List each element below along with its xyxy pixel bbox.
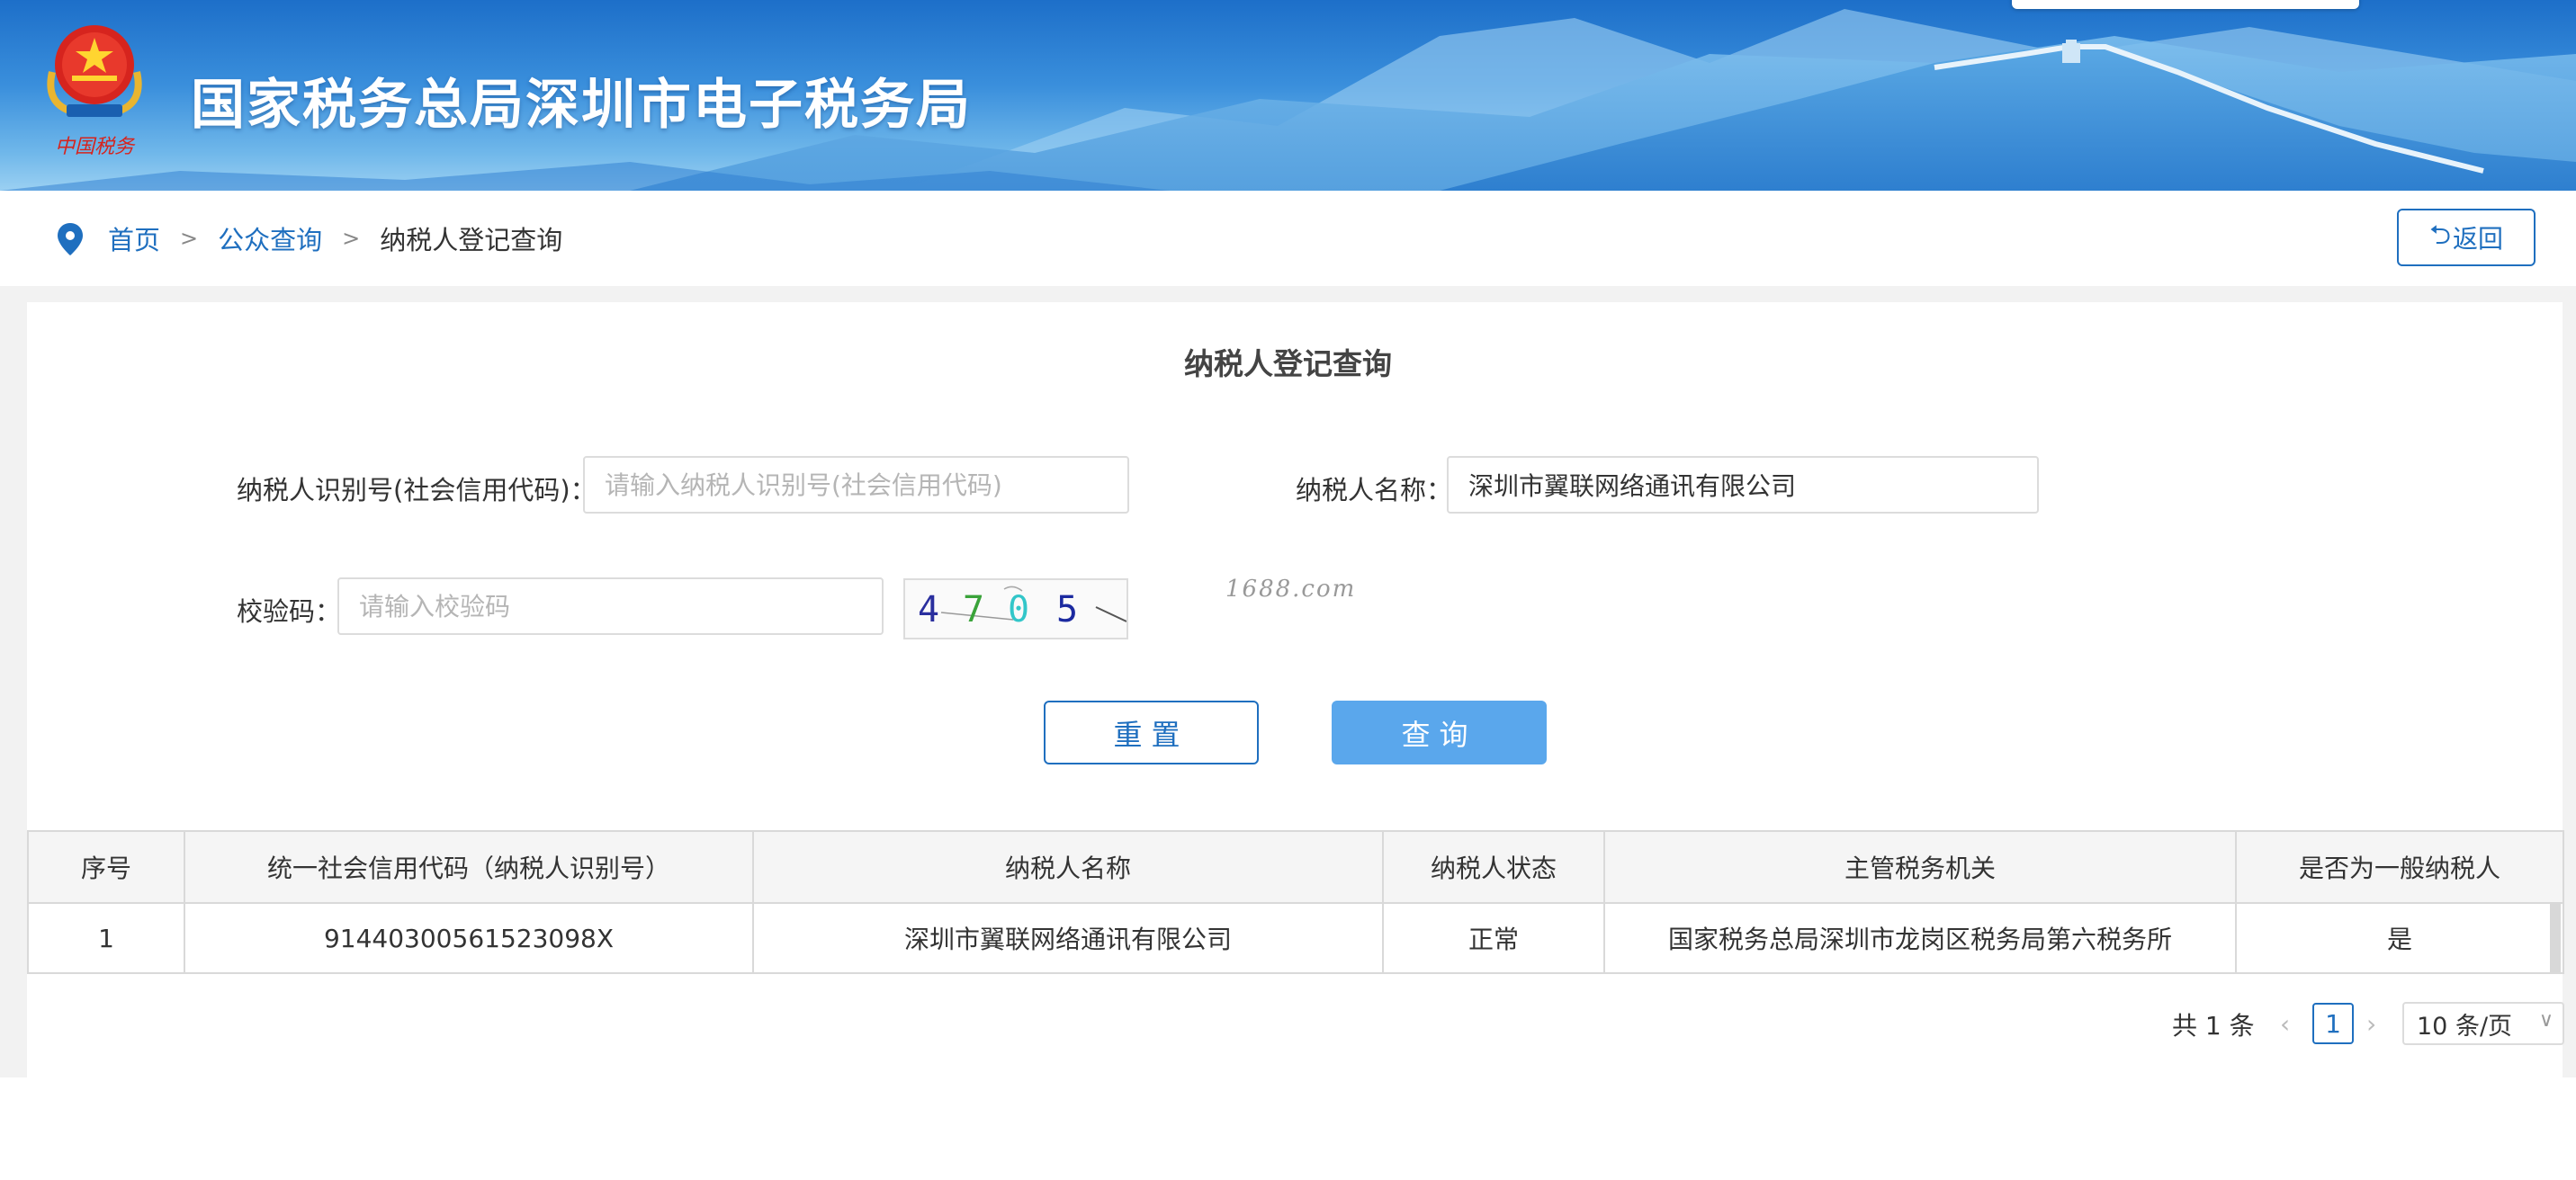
chevron-down-icon: ∨ bbox=[2538, 1009, 2554, 1032]
undo-arrow-icon: ⮌ bbox=[2428, 219, 2451, 251]
cell-index: 1 bbox=[27, 902, 185, 974]
breadcrumb-home-link[interactable]: 首页 bbox=[108, 219, 160, 257]
cell-status: 正常 bbox=[1382, 902, 1605, 974]
content-gutter-left bbox=[0, 286, 27, 1077]
column-header-index: 序号 bbox=[27, 830, 185, 904]
captcha-char-4: 5 bbox=[1056, 589, 1078, 630]
table-header-row: 序号 统一社会信用代码（纳税人识别号） 纳税人名称 纳税人状态 主管税务机关 是… bbox=[27, 830, 2564, 904]
content-divider bbox=[0, 286, 2576, 302]
form-title: 纳税人登记查询 bbox=[1184, 346, 1392, 381]
taxpayer-id-label: 纳税人识别号(社会信用代码)： bbox=[237, 475, 597, 505]
site-title: 国家税务总局深圳市电子税务局 bbox=[191, 74, 972, 137]
column-header-status: 纳税人状态 bbox=[1382, 830, 1605, 904]
captcha-input[interactable] bbox=[337, 577, 884, 635]
cell-taxpayer-name: 深圳市翼联网络通讯有限公司 bbox=[752, 902, 1384, 974]
breadcrumb-bar: 首页 > 公众查询 > 纳税人登记查询 ⮌ 返回 bbox=[0, 191, 2576, 286]
banner-search-box[interactable] bbox=[2012, 0, 2359, 9]
breadcrumb: 首页 > 公众查询 > 纳税人登记查询 bbox=[108, 191, 562, 286]
captcha-char-2: 7 bbox=[963, 589, 984, 630]
back-button-label: 返回 bbox=[2453, 224, 2504, 254]
breadcrumb-public-query-link[interactable]: 公众查询 bbox=[218, 219, 322, 257]
page-size-value: 10 条/页 bbox=[2417, 1012, 2513, 1041]
taxpayer-id-input[interactable] bbox=[583, 456, 1129, 514]
logo-caption: 中国税务 bbox=[55, 136, 136, 158]
column-header-tax-authority: 主管税务机关 bbox=[1603, 830, 2237, 904]
captcha-image[interactable]: 4 7 0 5 bbox=[903, 578, 1128, 639]
national-emblem-logo: 中国税务 bbox=[47, 25, 142, 158]
taxpayer-name-input[interactable] bbox=[1447, 456, 2039, 514]
table-row[interactable]: 1 91440300561523098X 深圳市翼联网络通讯有限公司 正常 国家… bbox=[27, 902, 2564, 974]
results-table: 序号 统一社会信用代码（纳税人识别号） 纳税人名称 纳税人状态 主管税务机关 是… bbox=[27, 830, 2564, 974]
header-banner: 中国税务 国家税务总局深圳市电子税务局 bbox=[0, 0, 2576, 191]
prev-page-icon[interactable]: ‹ bbox=[2280, 1003, 2290, 1046]
breadcrumb-current: 纳税人登记查询 bbox=[380, 225, 563, 255]
breadcrumb-separator: > bbox=[180, 226, 199, 251]
content-gutter-right bbox=[2563, 286, 2576, 1077]
table-scrollbar[interactable] bbox=[2550, 902, 2561, 972]
location-pin-icon bbox=[58, 223, 83, 255]
cell-tax-authority: 国家税务总局深圳市龙岗区税务局第六税务所 bbox=[1603, 902, 2237, 974]
page-number-button[interactable]: 1 bbox=[2312, 1003, 2354, 1044]
query-button[interactable]: 查询 bbox=[1332, 701, 1547, 764]
column-header-general-taxpayer: 是否为一般纳税人 bbox=[2235, 830, 2564, 904]
column-header-credit-code: 统一社会信用代码（纳税人识别号） bbox=[184, 830, 754, 904]
column-header-taxpayer-name: 纳税人名称 bbox=[752, 830, 1384, 904]
captcha-char-3: 0 bbox=[1008, 589, 1029, 630]
captcha-char-1: 4 bbox=[918, 589, 939, 630]
cell-credit-code: 91440300561523098X bbox=[184, 902, 754, 974]
pagination-total: 共 1 条 bbox=[2172, 1011, 2255, 1041]
back-button[interactable]: ⮌ 返回 bbox=[2397, 209, 2536, 266]
page-size-select[interactable]: 10 条/页 ∨ bbox=[2402, 1002, 2564, 1045]
taxpayer-name-label: 纳税人名称： bbox=[1296, 475, 1453, 505]
next-page-icon[interactable]: › bbox=[2366, 1003, 2376, 1046]
breadcrumb-separator: > bbox=[342, 226, 361, 251]
watermark-text: 1688.com bbox=[1225, 576, 1357, 603]
captcha-label: 校验码： bbox=[237, 596, 342, 627]
reset-button[interactable]: 重置 bbox=[1044, 701, 1259, 764]
cell-general-taxpayer: 是 bbox=[2235, 902, 2564, 974]
